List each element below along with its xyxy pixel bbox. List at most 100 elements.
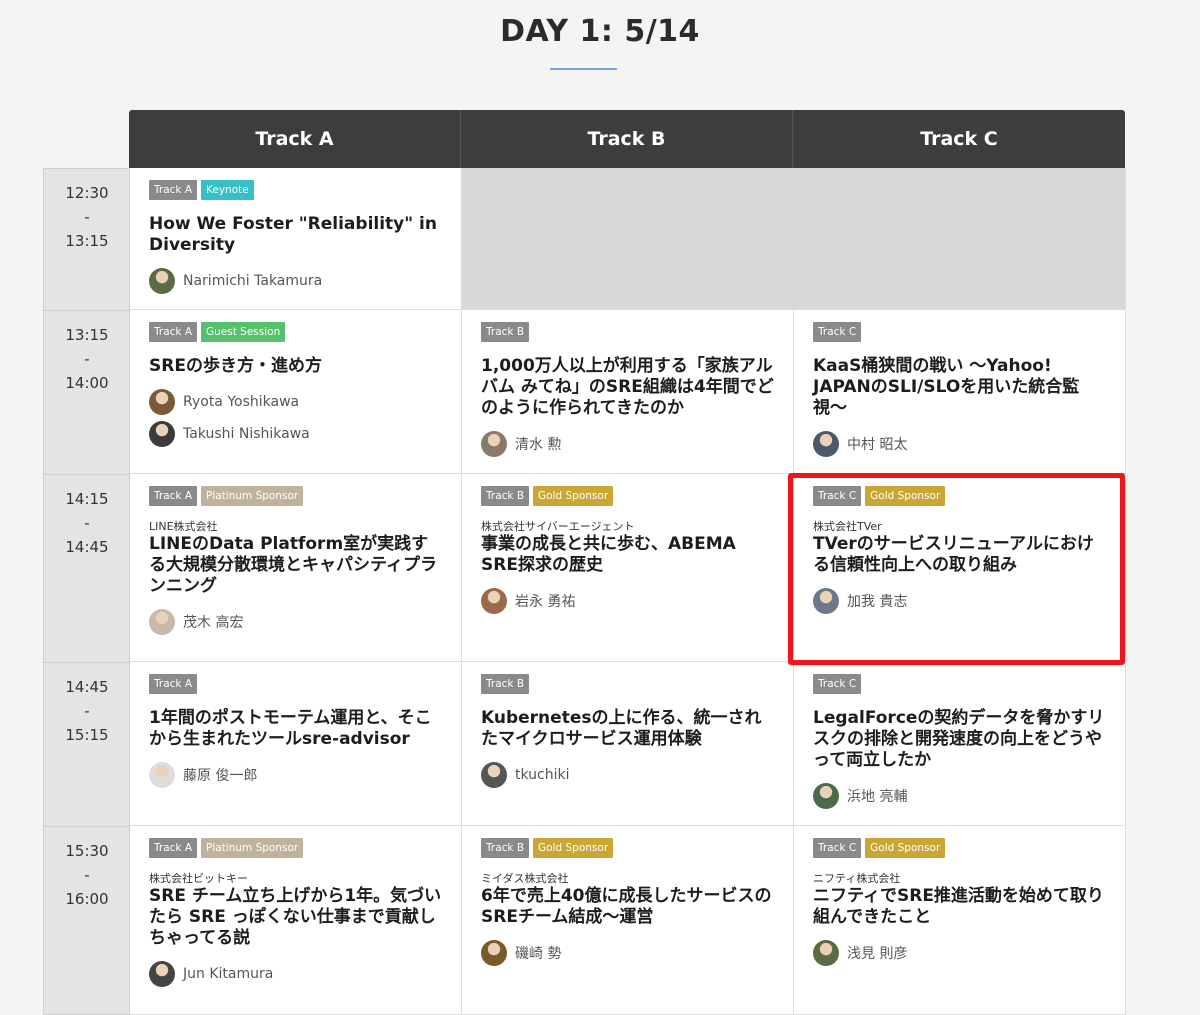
sponsor-company: ミイダス株式会社 xyxy=(481,872,569,885)
session-card[interactable]: Track B Gold Sponsor 株式会社サイバーエージェント 事業の成長と共… xyxy=(462,474,794,662)
session-tags: Track A Guest Session xyxy=(149,322,443,344)
speaker-avatar xyxy=(149,421,175,447)
session-title[interactable]: LINEのData Platform室が実践する大規模分散環境とキャパシティプラ… xyxy=(149,534,443,597)
session-tag: Track C xyxy=(813,322,862,342)
schedule-table: Track A Track B Track C 12:30-13:15 13:15… xyxy=(43,110,1126,1015)
session-card[interactable]: Track A Keynote How We Foster "Reliability… xyxy=(130,168,462,310)
session-title[interactable]: LegalForceの契約データを脅かすリスクの排除と開発速度の向上をどうやって… xyxy=(813,708,1107,771)
speaker-avatar xyxy=(149,609,175,635)
session-tag: Gold Sponsor xyxy=(533,838,614,858)
session-title[interactable]: KaaS桶狭間の戦い 〜Yahoo! JAPANのSLI/SLOを用いた統合監視… xyxy=(813,356,1107,419)
session-card[interactable]: Track C Gold Sponsor ニフティ株式会社 ニフティでSRE推進活動を… xyxy=(794,826,1126,1015)
session-title[interactable]: 事業の成長と共に歩む、ABEMA SRE探求の歴史 xyxy=(481,534,775,576)
time-sep: - xyxy=(84,350,90,368)
speaker-avatar xyxy=(481,588,507,614)
session-title[interactable]: How We Foster "Reliability" in Diversity xyxy=(149,214,443,256)
speaker-avatar xyxy=(813,940,839,966)
session-card[interactable]: Track A Platinum Sponsor 株式会社ビットキー SRE チーム立… xyxy=(130,826,462,1015)
track-b-header[interactable]: Track B xyxy=(461,110,793,168)
sponsor-company: ニフティ株式会社 xyxy=(813,872,901,885)
speaker-name: Jun Kitamura xyxy=(183,966,274,982)
speaker[interactable]: Narimichi Takamura xyxy=(149,268,443,294)
session-title[interactable]: 1年間のポストモーテム運用と、そこから生まれたツールsre-advisor xyxy=(149,708,443,750)
session-card[interactable]: Track A 1年間のポストモーテム運用と、そこから生まれたツールsre-adv… xyxy=(130,662,462,826)
speaker-avatar xyxy=(813,431,839,457)
session-tag: Platinum Sponsor xyxy=(201,838,304,858)
speaker-avatar xyxy=(481,762,507,788)
time-start: 14:45 xyxy=(65,678,109,696)
session-title[interactable]: TVerのサービスリニューアルにおける信頼性向上への取り組み xyxy=(813,534,1107,576)
track-c-header[interactable]: Track C xyxy=(793,110,1125,168)
session-tag: Track A xyxy=(149,838,197,858)
time-end: 14:00 xyxy=(65,374,109,392)
time-start: 15:30 xyxy=(65,842,109,860)
speaker-avatar xyxy=(481,940,507,966)
session-card[interactable]: Track C LegalForceの契約データを脅かすリスクの排除と開発速度の向… xyxy=(794,662,1126,826)
sponsor-company: 株式会社サイバーエージェント xyxy=(481,520,635,533)
speaker-avatar xyxy=(149,389,175,415)
speaker-name: Narimichi Takamura xyxy=(183,273,323,289)
session-title[interactable]: ニフティでSRE推進活動を始めて取り組んできたこと xyxy=(813,886,1107,928)
time-sep: - xyxy=(84,702,90,720)
session-card[interactable]: Track A Platinum Sponsor LINE株式会社 LINEのData… xyxy=(130,474,462,662)
session-tags: Track A Platinum Sponsor xyxy=(149,486,443,508)
page-title: DAY 1: 5/14 xyxy=(500,14,700,49)
session-title[interactable]: 6年で売上40億に成長したサービスのSREチーム結成〜運営 xyxy=(481,886,775,928)
session-tag: Track A xyxy=(149,322,197,342)
time-start: 13:15 xyxy=(65,326,109,344)
session-tag: Track B xyxy=(481,838,530,858)
speaker[interactable]: 清水 勲 xyxy=(481,431,775,457)
time-slot: 14:15 - 14:45 xyxy=(44,475,130,663)
time-end: 16:00 xyxy=(65,890,109,908)
speaker[interactable]: 茂木 高宏 xyxy=(149,609,443,635)
track-a-header[interactable]: Track A xyxy=(129,110,461,168)
speaker[interactable]: 浜地 亮輔 xyxy=(813,783,1107,809)
title-underline xyxy=(550,68,617,70)
speaker[interactable]: 加我 貴志 xyxy=(813,588,1107,614)
speaker[interactable]: 中村 昭太 xyxy=(813,431,1107,457)
speaker[interactable]: Ryota Yoshikawa xyxy=(149,389,443,415)
time-end: 13:15 xyxy=(65,232,109,250)
time-slot: 13:15 - 14:00 xyxy=(44,311,130,475)
session-tags: Track B Gold Sponsor xyxy=(481,486,775,508)
session-tags: Track C xyxy=(813,674,1107,696)
speaker-name: 藤原 俊一郎 xyxy=(183,768,258,784)
session-card[interactable]: Track C Gold Sponsor 株式会社TVer TVerのサービスリニュー… xyxy=(794,474,1126,662)
session-tag: Track A xyxy=(149,180,197,200)
speaker[interactable]: tkuchiki xyxy=(481,762,775,788)
session-card[interactable]: Track B Gold Sponsor ミイダス株式会社 6年で売上40億に成長した… xyxy=(462,826,794,1015)
session-tags: Track C xyxy=(813,322,1107,344)
session-tag: Guest Session xyxy=(201,322,286,342)
session-card[interactable]: Track B Kubernetesの上に作る、統一されたマイクロサービス運用体験… xyxy=(462,662,794,826)
session-title[interactable]: SREの歩き方・進め方 xyxy=(149,356,443,377)
time-end: 15:15 xyxy=(65,726,109,744)
session-title[interactable]: Kubernetesの上に作る、統一されたマイクロサービス運用体験 xyxy=(481,708,775,750)
session-tag: Track B xyxy=(481,674,530,694)
session-card[interactable]: Track B 1,000万人以上が利用する「家族アルバム みてね」のSRE組織は… xyxy=(462,310,794,474)
session-tag: Track C xyxy=(813,838,862,858)
session-title[interactable]: SRE チーム立ち上げから1年。気づいたら SRE っぽくない仕事まで貢献しちゃ… xyxy=(149,886,443,949)
speaker[interactable]: 磯崎 勢 xyxy=(481,940,775,966)
speaker-name: tkuchiki xyxy=(515,767,570,783)
sponsor-company: LINE株式会社 xyxy=(149,520,218,533)
speaker[interactable]: Jun Kitamura xyxy=(149,961,443,987)
session-card[interactable]: Track C KaaS桶狭間の戦い 〜Yahoo! JAPANのSLI/SLOを… xyxy=(794,310,1126,474)
session-card[interactable]: Track A Guest Session SREの歩き方・進め方 Ryota Yos… xyxy=(130,310,462,474)
speaker-avatar xyxy=(149,961,175,987)
speaker[interactable]: 岩永 勇祐 xyxy=(481,588,775,614)
session-tag: Keynote xyxy=(201,180,254,200)
session-tag: Gold Sponsor xyxy=(533,486,614,506)
sponsor-company: 株式会社TVer xyxy=(813,520,882,533)
sponsor-company: 株式会社ビットキー xyxy=(149,872,248,885)
speaker-name: 加我 貴志 xyxy=(847,594,908,610)
session-tags: Track B Gold Sponsor xyxy=(481,838,775,860)
speaker-avatar xyxy=(149,268,175,294)
session-title[interactable]: 1,000万人以上が利用する「家族アルバム みてね」のSRE組織は4年間でどのよ… xyxy=(481,356,775,419)
speaker[interactable]: 藤原 俊一郎 xyxy=(149,762,443,788)
time-slot: 15:30 - 16:00 xyxy=(44,827,130,1015)
speaker-avatar xyxy=(813,783,839,809)
speaker[interactable]: 浅見 則彦 xyxy=(813,940,1107,966)
session-tags: Track A xyxy=(149,674,443,696)
speaker[interactable]: Takushi Nishikawa xyxy=(149,421,443,447)
speaker-name: Ryota Yoshikawa xyxy=(183,394,300,410)
